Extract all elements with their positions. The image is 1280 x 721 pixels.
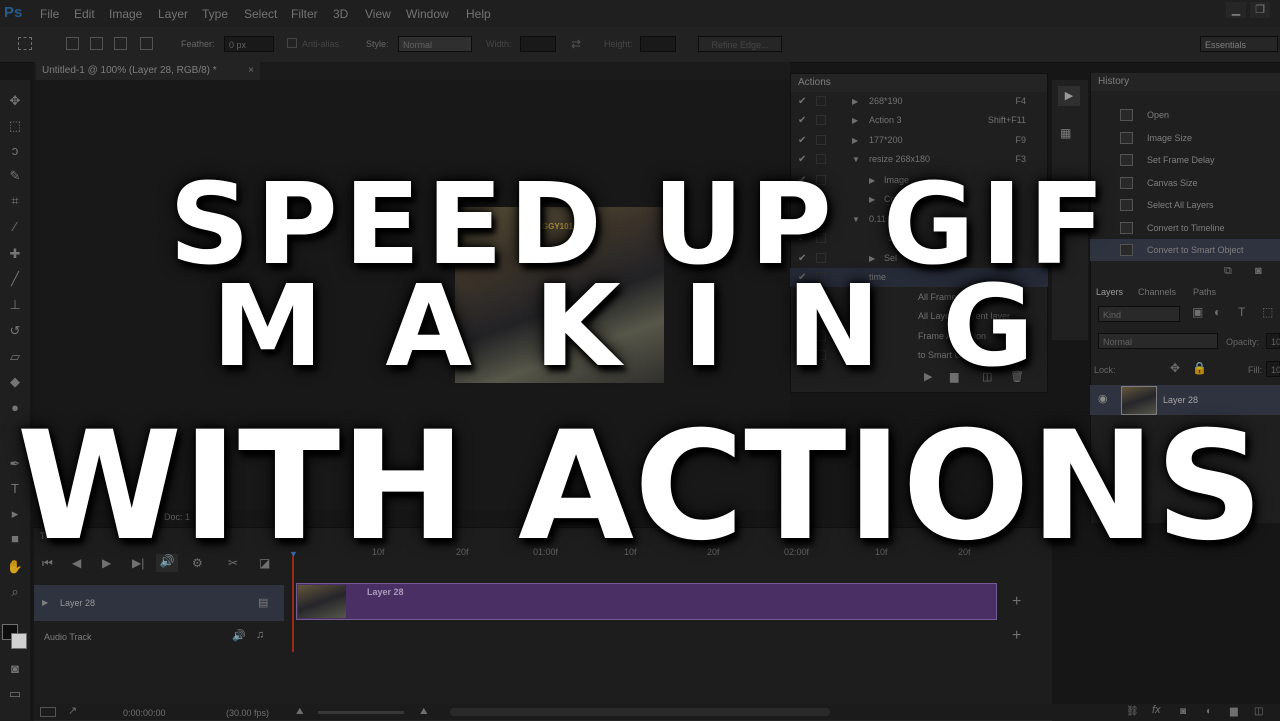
width-input[interactable] xyxy=(520,36,556,52)
convert-frame-icon[interactable] xyxy=(40,707,56,717)
menu-image[interactable]: Image xyxy=(109,7,142,21)
menu-window[interactable]: Window xyxy=(406,7,449,21)
background-color-swatch[interactable] xyxy=(11,633,27,649)
zoom-in-icon[interactable]: ⛰ xyxy=(420,706,428,717)
new-selection-icon[interactable] xyxy=(66,37,79,50)
feather-input[interactable]: 0 px xyxy=(224,36,274,52)
frame-rate: (30.00 fps) xyxy=(226,708,270,718)
audio-mute-icon[interactable]: 🔊 xyxy=(232,629,246,642)
style-label: Style: xyxy=(366,39,389,49)
menu-filter[interactable]: Filter xyxy=(291,7,318,21)
menu-bar xyxy=(0,0,1280,27)
layer-style-icon[interactable]: fx xyxy=(1152,704,1161,716)
overlay-title-line3: WITH ACTIONS xyxy=(16,400,1264,574)
photoshop-logo: Ps xyxy=(4,4,23,21)
adjustment-layer-icon[interactable]: ◐ xyxy=(1206,706,1212,717)
swap-icon[interactable]: ⇄ xyxy=(571,37,581,51)
menu-edit[interactable]: Edit xyxy=(74,7,95,21)
new-layer-icon[interactable]: ◫ xyxy=(1254,706,1263,717)
close-icon[interactable]: × xyxy=(248,62,254,80)
menu-3d[interactable]: 3D xyxy=(333,7,348,21)
marquee-tool-icon[interactable]: ⬚ xyxy=(5,117,25,135)
add-media-icon[interactable]: + xyxy=(1012,593,1021,611)
clip-thumbnail xyxy=(298,585,346,618)
minimize-icon[interactable]: ▁ xyxy=(1226,2,1246,18)
lasso-tool-icon[interactable]: ↄ xyxy=(5,142,25,160)
zoom-slider[interactable] xyxy=(318,711,404,714)
intersect-selection-icon[interactable] xyxy=(140,37,153,50)
menu-select[interactable]: Select xyxy=(244,7,277,21)
style-select[interactable]: Normal xyxy=(398,36,472,52)
document-tab-title: Untitled-1 @ 100% (Layer 28, RGB/8) * xyxy=(42,65,217,76)
menu-view[interactable]: View xyxy=(365,7,391,21)
zoom-out-icon[interactable]: ⛰ xyxy=(296,706,304,717)
menu-layer[interactable]: Layer xyxy=(158,7,188,21)
feather-label: Feather: xyxy=(181,39,215,49)
move-tool-icon[interactable]: ✥ xyxy=(5,92,25,110)
layer-mask-icon[interactable]: ◙ xyxy=(1180,706,1186,717)
marquee-tool-preset-icon[interactable] xyxy=(18,37,32,50)
history-item[interactable]: Open xyxy=(1090,104,1280,126)
antialias-label: Anti-alias xyxy=(302,39,340,49)
menu-help[interactable]: Help xyxy=(466,7,491,21)
audio-track-label: Audio Track xyxy=(44,632,92,642)
film-icon[interactable]: ▤ xyxy=(258,596,268,609)
antialias-checkbox[interactable] xyxy=(287,38,297,48)
workspace-select[interactable]: Essentials xyxy=(1200,36,1278,52)
timeline-scrollbar[interactable] xyxy=(450,708,830,716)
restore-icon[interactable]: ❐ xyxy=(1250,2,1270,18)
height-input[interactable] xyxy=(640,36,676,52)
action-row[interactable]: ✔ ▶ 177*200 F9 xyxy=(790,131,1048,150)
refine-edge-button[interactable]: Refine Edge... xyxy=(698,36,782,52)
action-row[interactable]: ✔ ▶ 268*190 F4 xyxy=(790,92,1048,111)
menu-type[interactable]: Type xyxy=(202,7,228,21)
add-audio-icon[interactable]: + xyxy=(1012,627,1021,645)
actions-panel-icon[interactable]: ▶ xyxy=(1058,86,1080,106)
history-item[interactable]: Image Size xyxy=(1090,127,1280,149)
document-tab[interactable]: Untitled-1 @ 100% (Layer 28, RGB/8) * × xyxy=(36,62,260,80)
screen-mode-icon[interactable]: ▭ xyxy=(5,685,25,703)
height-label: Height: xyxy=(604,39,633,49)
history-panel-icon[interactable]: ▦ xyxy=(1060,126,1071,140)
current-timecode: 0:00:00:00 xyxy=(123,708,166,718)
expand-track-icon[interactable]: ▶ xyxy=(42,598,48,607)
add-selection-icon[interactable] xyxy=(90,37,103,50)
menu-file[interactable]: File xyxy=(40,7,59,21)
zoom-tool-icon[interactable]: ⌕ xyxy=(5,583,25,601)
link-layers-icon[interactable]: ⛓ xyxy=(1126,706,1139,717)
actions-panel-title: Actions xyxy=(791,74,1047,92)
width-label: Width: xyxy=(486,39,512,49)
quick-mask-icon[interactable]: ◙ xyxy=(5,660,25,678)
render-video-icon[interactable]: ↗ xyxy=(68,704,77,717)
history-panel-title: History xyxy=(1091,73,1280,91)
subtract-selection-icon[interactable] xyxy=(114,37,127,50)
overlay-title-line2: MAKING xyxy=(211,262,1097,392)
clip-label: Layer 28 xyxy=(367,587,404,597)
music-note-icon[interactable]: ♫ xyxy=(256,629,264,641)
group-icon[interactable]: ▆ xyxy=(1230,706,1238,717)
action-row[interactable]: ✔ ▶ Action 3 Shift+F11 xyxy=(790,111,1048,130)
track-layer-name: Layer 28 xyxy=(60,598,96,608)
